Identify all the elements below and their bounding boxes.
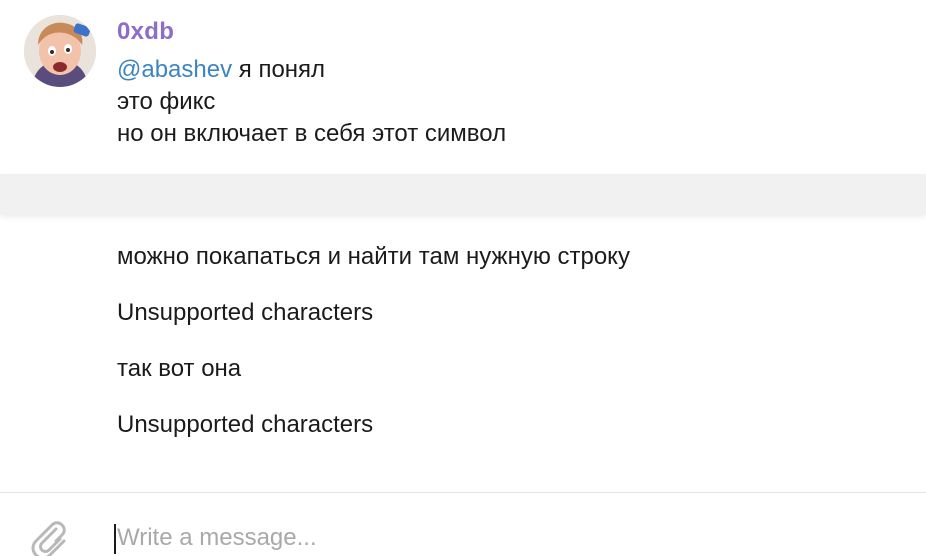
message-text: Unsupported characters <box>117 299 374 326</box>
message-text: можно покапаться и найти там нужную стро… <box>117 243 630 270</box>
message-separator <box>0 174 926 214</box>
author-name[interactable]: 0xdb <box>117 18 174 46</box>
paperclip-icon[interactable] <box>22 513 70 556</box>
message-line-3: но он включает в себя этот символ <box>117 120 507 147</box>
message-text: я понял <box>232 56 326 83</box>
message-composer <box>0 492 926 556</box>
mention-link[interactable]: @abashev <box>117 56 232 83</box>
avatar-photo <box>24 15 96 87</box>
message-text: так вот она <box>117 355 242 382</box>
message-input[interactable] <box>114 521 907 555</box>
message-line-1: @abashev я понял <box>117 56 325 84</box>
chat-window: 0xdb @abashev я понял это фикс но он вкл… <box>0 0 926 556</box>
message-text: Unsupported characters <box>117 411 374 438</box>
avatar[interactable] <box>24 15 96 87</box>
message-group: 0xdb @abashev я понял это фикс но он вкл… <box>0 0 926 174</box>
message-line-2: это фикс <box>117 88 216 115</box>
